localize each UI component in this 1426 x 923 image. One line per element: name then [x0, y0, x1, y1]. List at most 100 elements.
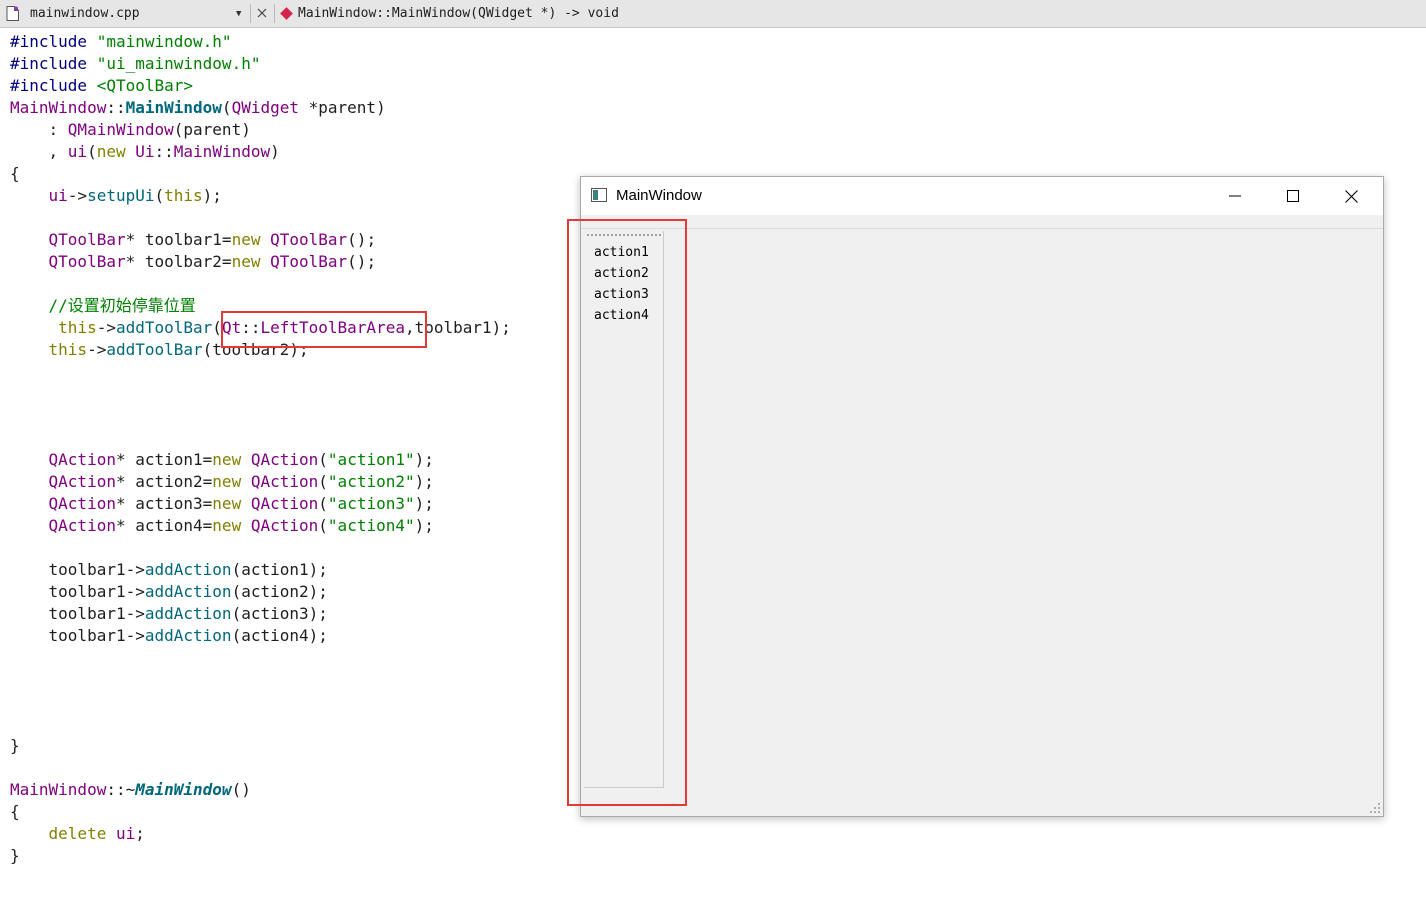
code-token: );	[414, 472, 434, 491]
qt-main-window: MainWindow action1 action2 action3 action4	[580, 176, 1384, 817]
code-token: ui	[48, 186, 68, 205]
code-token: QToolBar	[48, 230, 126, 249]
window-title-bar[interactable]: MainWindow	[581, 177, 1383, 215]
code-token: );	[414, 450, 434, 469]
close-icon[interactable]	[256, 7, 268, 19]
toolbar-action-2[interactable]: action2	[594, 263, 649, 284]
code-line: toolbar1->addAction(action2);	[0, 581, 575, 603]
code-token: (	[318, 472, 328, 491]
code-token: new	[231, 230, 261, 249]
toolbar-drag-handle[interactable]	[587, 234, 661, 236]
code-token: new	[231, 252, 261, 271]
code-editor[interactable]: #include "mainwindow.h" #include "ui_main…	[0, 31, 575, 867]
code-line: MainWindow::~MainWindow()	[0, 779, 575, 801]
code-line: QAction* action4=new QAction("action4");	[0, 515, 575, 537]
code-line: toolbar1->addAction(action1);	[0, 559, 575, 581]
maximize-button[interactable]	[1264, 177, 1322, 215]
code-token: QToolBar	[270, 252, 348, 271]
code-token: toolbar1->	[10, 604, 145, 623]
code-token: );	[414, 494, 434, 513]
code-token: this	[48, 340, 88, 359]
code-line: QAction* action1=new QAction("action1");	[0, 449, 575, 471]
code-token: :	[10, 120, 68, 139]
code-token: {	[10, 802, 20, 821]
code-token: ::~	[106, 780, 136, 799]
code-token: Ui	[135, 142, 155, 161]
code-token: (toolbar2);	[202, 340, 309, 359]
code-line: ui->setupUi(this);	[0, 185, 575, 207]
code-token: MainWindow	[173, 142, 271, 161]
code-token: addAction	[144, 582, 232, 601]
size-grip-icon[interactable]	[1370, 803, 1380, 813]
close-window-button[interactable]	[1322, 177, 1380, 215]
code-token: );	[202, 186, 222, 205]
code-token: {	[10, 164, 20, 183]
window-title: MainWindow	[616, 187, 702, 204]
code-token: }	[10, 736, 20, 755]
code-token: ();	[347, 252, 377, 271]
toolbar-action-3[interactable]: action3	[594, 284, 649, 305]
code-token: );	[414, 516, 434, 535]
close-icon	[1344, 189, 1358, 203]
code-token: new	[212, 450, 242, 469]
divider	[250, 4, 251, 23]
code-line: //设置初始停靠位置	[0, 295, 575, 317]
code-token: QAction	[250, 450, 319, 469]
code-line: {	[0, 801, 575, 823]
toolbar-action-1[interactable]: action1	[594, 242, 649, 263]
code-token: ->	[96, 318, 116, 337]
code-token: MainWindow	[125, 98, 222, 117]
toolbar-action-4[interactable]: action4	[594, 305, 649, 326]
code-token: MainWindow	[10, 780, 107, 799]
code-token: (action3);	[231, 604, 328, 623]
code-token: delete	[48, 824, 107, 843]
code-token: (action1);	[231, 560, 328, 579]
code-token: new	[96, 142, 126, 161]
code-token: "action1"	[327, 450, 415, 469]
current-symbol[interactable]: MainWindow::MainWindow(QWidget *) -> voi…	[298, 0, 619, 27]
code-token: (	[87, 142, 97, 161]
open-file-name[interactable]: mainwindow.cpp	[30, 0, 140, 27]
code-token: (	[318, 516, 328, 535]
code-line: }	[0, 845, 575, 867]
code-token: ui	[67, 142, 88, 161]
code-token: addToolBar	[106, 340, 203, 359]
code-line: #include "mainwindow.h"	[0, 31, 575, 53]
divider	[274, 4, 275, 23]
code-token: this	[164, 186, 203, 205]
code-token: new	[212, 494, 242, 513]
code-token: this	[58, 318, 97, 337]
code-token: LeftToolBarArea	[260, 318, 405, 337]
code-token: "action2"	[327, 472, 415, 491]
code-token: #include	[10, 32, 97, 51]
code-token: addAction	[144, 560, 232, 579]
code-line: this->addToolBar(Qt::LeftToolBarArea,too…	[0, 317, 575, 339]
code-token: * toolbar1=	[125, 230, 232, 249]
code-token: QAction	[250, 472, 319, 491]
code-token: #include	[10, 54, 97, 73]
code-token: ;	[135, 824, 145, 843]
code-token: <QToolBar>	[96, 76, 194, 95]
menubar-divider	[581, 228, 1383, 229]
code-token: (action4);	[231, 626, 328, 645]
chevron-down-icon[interactable]: ▼	[236, 0, 241, 27]
code-token: ::	[241, 318, 261, 337]
minimize-button[interactable]	[1206, 177, 1264, 215]
code-line: toolbar1->addAction(action3);	[0, 603, 575, 625]
code-line: QToolBar* toolbar1=new QToolBar();	[0, 229, 575, 251]
code-token: * action1=	[115, 450, 213, 469]
